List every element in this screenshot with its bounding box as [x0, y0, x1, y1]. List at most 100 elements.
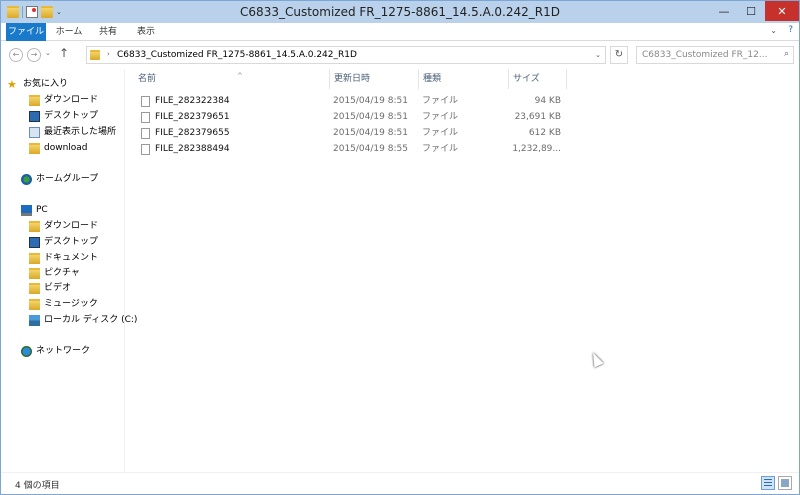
nav-label: ダウンロード	[44, 221, 99, 231]
tab-view[interactable]: 表示	[131, 23, 161, 41]
search-icon[interactable]: ⌕	[784, 49, 789, 59]
column-header-name[interactable]: ^ 名前	[134, 69, 330, 89]
forward-button[interactable]: →	[27, 48, 41, 62]
nav-label: ダウンロード	[44, 95, 99, 105]
details-view-icon[interactable]	[761, 476, 775, 490]
column-header-date[interactable]: 更新日時	[330, 69, 419, 89]
minimize-button[interactable]: —	[711, 1, 737, 21]
nav-item-downloads[interactable]: ダウンロード	[29, 93, 98, 107]
file-date: 2015/04/19 8:51	[333, 96, 408, 106]
videos-icon	[29, 282, 40, 294]
nav-homegroup[interactable]: ホームグループ	[21, 172, 98, 186]
address-dropdown-icon[interactable]: ⌄	[595, 51, 601, 59]
nav-item-local-disk[interactable]: ローカル ディスク (C:)	[29, 313, 137, 327]
nav-item-pictures[interactable]: ピクチャ	[29, 266, 80, 280]
main-area: ★ お気に入り ダウンロード デスクトップ 最近表示した場所 download	[1, 69, 799, 472]
column-header-size[interactable]: サイズ	[509, 69, 567, 89]
file-type: ファイル	[422, 96, 459, 106]
ribbon-expand-icon[interactable]: ⌄	[770, 26, 777, 35]
close-button[interactable]: ✕	[765, 1, 799, 21]
documents-icon	[29, 252, 40, 264]
back-button[interactable]: ←	[9, 48, 23, 62]
column-label: 種類	[423, 74, 442, 84]
file-size: 612 KB	[528, 128, 561, 138]
file-name: FILE_282322384	[155, 96, 230, 106]
large-icons-view-icon[interactable]	[778, 476, 792, 490]
ribbon-tabs: ファイル ホーム 共有 表示 ⌄ ?	[1, 23, 799, 41]
nav-favorites[interactable]: ★ お気に入り	[7, 77, 68, 91]
sort-ascending-icon: ^	[237, 72, 243, 80]
nav-item-recent[interactable]: 最近表示した場所	[29, 125, 116, 139]
download-folder-icon	[29, 220, 40, 232]
maximize-button[interactable]: ☐	[738, 1, 764, 21]
star-icon: ★	[7, 77, 17, 91]
file-size: 94 KB	[534, 96, 561, 106]
nav-item-music[interactable]: ミュージック	[29, 297, 98, 311]
tab-file[interactable]: ファイル	[6, 23, 46, 41]
nav-label: PC	[36, 205, 48, 215]
breadcrumb-chevron-icon[interactable]: ›	[107, 50, 110, 58]
file-name: FILE_282379655	[155, 128, 230, 138]
address-bar[interactable]: › C6833_Customized FR_1275-8861_14.5.A.0…	[86, 46, 606, 64]
file-icon	[141, 144, 150, 155]
tab-share[interactable]: 共有	[93, 23, 123, 41]
nav-label: ネットワーク	[36, 346, 91, 356]
download-folder-icon	[29, 94, 40, 106]
nav-network[interactable]: ネットワーク	[21, 344, 90, 358]
nav-item-documents[interactable]: ドキュメント	[29, 251, 98, 265]
file-size: 1,232,89...	[512, 144, 561, 154]
file-type: ファイル	[422, 112, 459, 122]
file-row[interactable]: FILE_282379655 2015/04/19 8:51 ファイル 612 …	[126, 125, 799, 141]
tab-home[interactable]: ホーム	[51, 23, 87, 41]
nav-item-download[interactable]: download	[29, 141, 88, 155]
up-button[interactable]: ↑	[59, 46, 69, 60]
nav-item-pc-desktop[interactable]: デスクトップ	[29, 235, 98, 249]
column-label: 更新日時	[334, 74, 371, 84]
file-list: ^ 名前 更新日時 種類 サイズ FILE_282322384 2015/04/…	[126, 69, 799, 472]
item-count: 4 個の項目	[15, 481, 60, 491]
column-header-type[interactable]: 種類	[419, 69, 509, 89]
file-icon	[141, 112, 150, 123]
file-row[interactable]: FILE_282322384 2015/04/19 8:51 ファイル 94 K…	[126, 93, 799, 109]
network-icon	[21, 345, 32, 357]
file-name: FILE_282379651	[155, 112, 230, 122]
nav-item-videos[interactable]: ビデオ	[29, 281, 71, 295]
file-date: 2015/04/19 8:51	[333, 112, 408, 122]
folder-icon	[29, 142, 40, 154]
help-icon[interactable]: ?	[788, 25, 793, 35]
navigation-pane: ★ お気に入り ダウンロード デスクトップ 最近表示した場所 download	[1, 69, 137, 472]
nav-label: デスクトップ	[44, 237, 99, 247]
nav-label: download	[44, 143, 88, 153]
nav-item-desktop[interactable]: デスクトップ	[29, 109, 98, 123]
address-path[interactable]: C6833_Customized FR_1275-8861_14.5.A.0.2…	[117, 50, 357, 60]
pictures-icon	[29, 267, 40, 279]
file-name: FILE_282388494	[155, 144, 230, 154]
nav-label: 最近表示した場所	[44, 127, 117, 137]
nav-label: お気に入り	[23, 79, 69, 89]
nav-label: ドキュメント	[44, 253, 99, 263]
window-title: C6833_Customized FR_1275-8861_14.5.A.0.2…	[240, 5, 560, 19]
file-icon	[141, 128, 150, 139]
file-row[interactable]: FILE_282388494 2015/04/19 8:55 ファイル 1,23…	[126, 141, 799, 157]
file-size: 23,691 KB	[514, 112, 561, 122]
nav-label: デスクトップ	[44, 111, 99, 121]
search-input[interactable]: C6833_Customized FR_12... ⌕	[636, 46, 794, 64]
desktop-icon	[29, 236, 40, 248]
nav-item-pc-downloads[interactable]: ダウンロード	[29, 219, 98, 233]
homegroup-icon	[21, 173, 32, 185]
music-icon	[29, 298, 40, 310]
nav-pc[interactable]: PC	[21, 203, 48, 217]
file-row[interactable]: FILE_282379651 2015/04/19 8:51 ファイル 23,6…	[126, 109, 799, 125]
pc-icon	[21, 204, 32, 216]
explorer-window: ⌄ C6833_Customized FR_1275-8861_14.5.A.0…	[0, 0, 800, 495]
refresh-button[interactable]: ↻	[610, 46, 628, 64]
recent-locations-dropdown[interactable]: ⌄	[45, 49, 51, 57]
nav-label: ピクチャ	[44, 268, 80, 278]
search-placeholder: C6833_Customized FR_12...	[642, 50, 768, 60]
file-type: ファイル	[422, 128, 459, 138]
local-disk-icon	[29, 314, 40, 326]
title-bar: ⌄ C6833_Customized FR_1275-8861_14.5.A.0…	[1, 1, 799, 23]
file-type: ファイル	[422, 144, 459, 154]
recent-places-icon	[29, 126, 40, 138]
nav-label: ビデオ	[44, 283, 72, 293]
